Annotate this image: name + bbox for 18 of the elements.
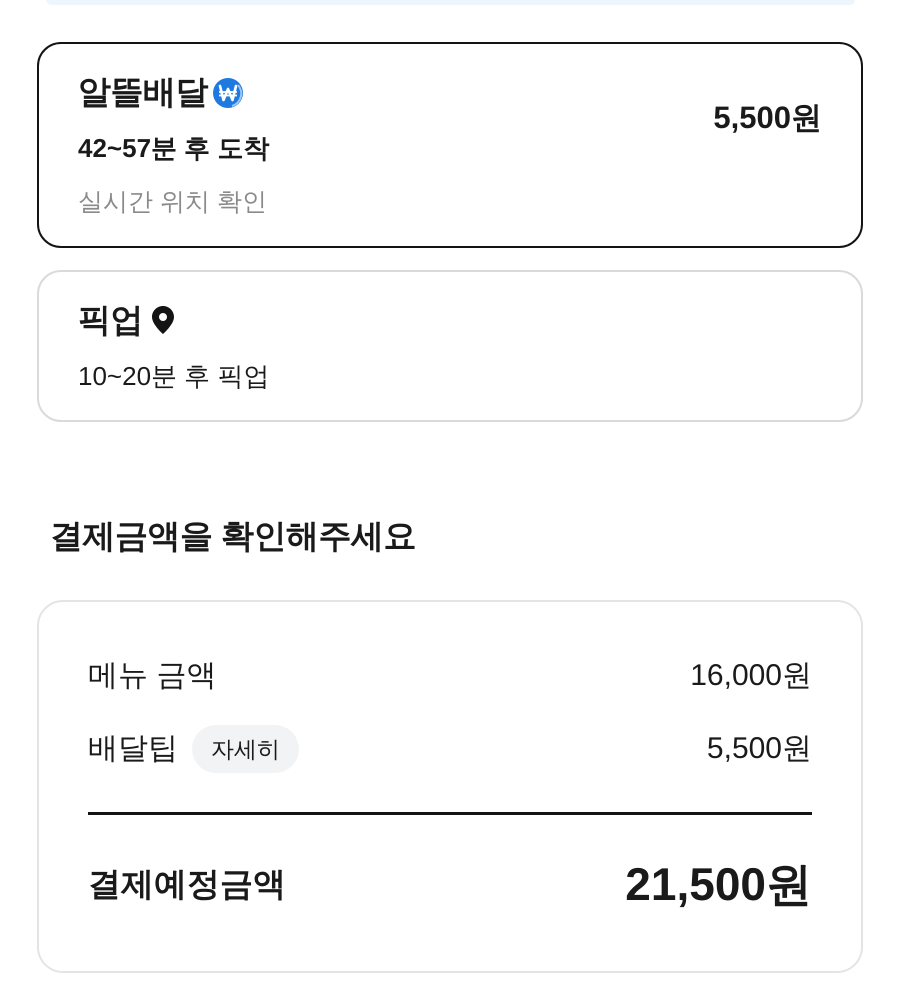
- option-price: 5,500원: [713, 100, 822, 136]
- option-eta: 42~57분 후 도착: [78, 132, 270, 164]
- option-note: 실시간 위치 확인: [78, 187, 267, 218]
- won-coin-icon: [212, 77, 244, 109]
- fee-amount: 16,000원: [690, 658, 812, 694]
- delivery-option-card[interactable]: 알뜰배달 42~57분 후 도착 실시간 위치 확인 5,500원: [37, 42, 863, 248]
- total-amount: 21,500원: [625, 859, 812, 909]
- option-name: 알뜰배달: [78, 72, 208, 112]
- delivery-option-card[interactable]: 픽업 10~20분 후 픽업: [37, 270, 863, 422]
- fee-label: 메뉴 금액: [88, 658, 216, 694]
- total-label: 결제예정금액: [88, 864, 286, 904]
- option-eta: 10~20분 후 픽업: [78, 360, 270, 392]
- location-pin-icon: [151, 305, 175, 335]
- fee-amount: 5,500원: [706, 731, 812, 767]
- details-button[interactable]: 자세히: [192, 725, 299, 773]
- option-name: 픽업: [78, 300, 143, 340]
- fee-label: 배달팁: [88, 731, 178, 767]
- section-heading: 결제금액을 확인해주세요: [50, 516, 416, 556]
